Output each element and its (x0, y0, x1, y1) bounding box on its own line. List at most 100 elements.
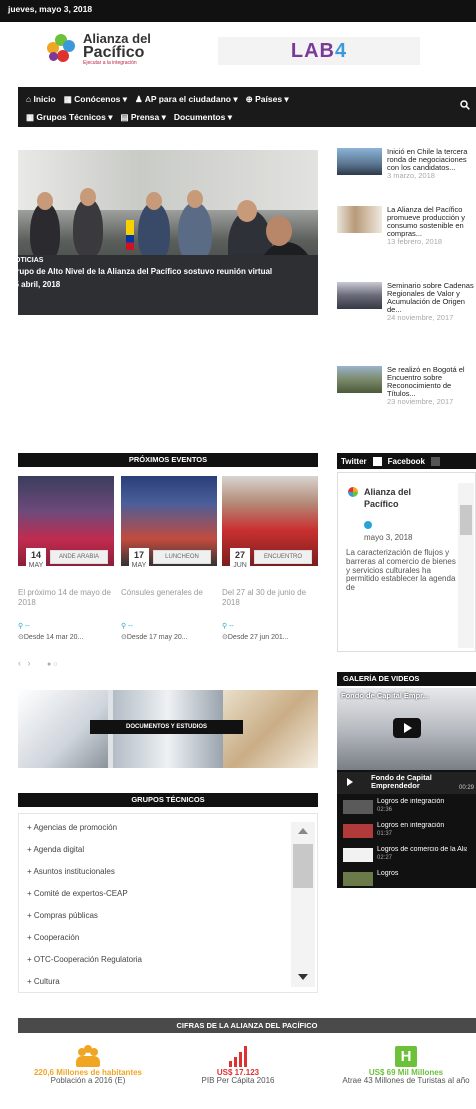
documents-banner[interactable]: DOCUMENTOS Y ESTUDIOS (18, 690, 318, 768)
video-thumb (343, 848, 373, 862)
video-item-title: Logros (377, 870, 399, 877)
video-item[interactable]: Logros (343, 870, 473, 888)
event-date: 14 MAY (26, 548, 46, 578)
alianza-avatar-icon (348, 487, 358, 497)
news-date: 24 noviembre, 2017 (387, 312, 454, 322)
carousel-next-icon[interactable]: › (28, 658, 31, 668)
tweet-scrollbar[interactable] (458, 483, 474, 648)
hero-title[interactable]: Grupo de Alto Nivel de la Alianza del Pa… (10, 267, 300, 277)
grupo-item[interactable]: + OTC-Cooperación Regulatoria (27, 955, 142, 964)
grupo-item[interactable]: + Agenda digital (27, 845, 84, 854)
location-icon: ⚲ -- (18, 623, 30, 630)
grupo-label: Agenda digital (33, 845, 85, 854)
event-when: ⊙Desde 14 mar 20... (18, 634, 84, 641)
twitter-feed[interactable]: Alianza del Pacífico mayo 3, 2018 La car… (337, 472, 476, 652)
video-item[interactable]: Logros de integración 02:36 (343, 798, 473, 816)
nav-paises[interactable]: ⊕ Países ▾ (246, 94, 289, 105)
lab4-banner[interactable]: LAB4 (218, 37, 420, 65)
event-when: ⊙Desde 27 jun 201... (222, 634, 289, 641)
carousel-prev-icon[interactable]: ‹ (18, 658, 21, 668)
event-location: -- (128, 623, 133, 630)
top-date-bar: jueves, mayo 3, 2018 (0, 0, 476, 22)
tab-facebook[interactable]: Facebook (388, 457, 425, 466)
news-date: 23 noviembre, 2017 (387, 396, 454, 406)
location-icon: ⚲ -- (222, 623, 234, 630)
video-item-title: Logros en integración (377, 822, 445, 829)
lab4-number: 4 (334, 40, 348, 62)
video-item[interactable]: Logros de comercio de la Alianza del 02:… (343, 846, 473, 864)
nav-grupos-tecnicos[interactable]: ▦ Grupos Técnicos ▾ (26, 112, 112, 123)
event-date: 17 MAY (129, 548, 149, 578)
search-icon[interactable] (460, 100, 470, 110)
event-location: -- (25, 623, 30, 630)
video-item[interactable]: Logros en integración 01:37 (343, 822, 473, 840)
event-date: 27 JUN (230, 548, 250, 578)
event-day: 17 (133, 550, 144, 560)
cifras-heading: CIFRAS DE LA ALIANZA DEL PACÍFICO (18, 1018, 476, 1033)
video-thumb (343, 800, 373, 814)
stat-turismo: H US$ 69 Mil Millones Atrae 43 Millones … (336, 1045, 476, 1085)
hotel-icon: H (393, 1045, 419, 1069)
stat-pib: US$ 17.123 PIB Per Cápita 2016 (168, 1045, 308, 1085)
tweet-scroll-thumb[interactable] (460, 505, 472, 535)
event-when: ⊙Desde 17 may 20... (121, 634, 188, 641)
scroll-up-icon[interactable] (298, 828, 308, 834)
event-desc: Cónsules generales de (121, 588, 203, 597)
main-navigation: ⌂ Inicio ▦ Conócenos ▾ ♟ AP para el ciud… (18, 87, 476, 127)
news-thumbnail (337, 366, 382, 393)
event-card[interactable]: 14 MAY ANDE ARABIA El próximo 14 de mayo … (18, 476, 114, 656)
tweet-author[interactable]: Alianza del Pacífico (364, 487, 444, 510)
location-icon: ⚲ -- (121, 623, 133, 630)
nav-documentos[interactable]: Documentos ▾ (174, 112, 232, 123)
grupo-item[interactable]: + Compras públicas (27, 911, 98, 920)
news-title[interactable]: Se realizó en Bogotá el Encuentro sobre … (387, 365, 465, 398)
grupo-label: Cultura (33, 977, 60, 986)
hero-date: 25 abril, 2018 (10, 280, 61, 289)
now-playing[interactable]: Fondo de Capital Emprendedor 00:29 (337, 772, 476, 794)
scroll-down-icon[interactable] (298, 974, 308, 980)
hero-news[interactable] (18, 150, 318, 315)
now-playing-time: 00:29 (458, 785, 474, 791)
event-month: JUN (233, 562, 247, 569)
event-desc: Del 27 al 30 de junio de 2018 (222, 588, 307, 607)
event-card[interactable]: 27 JUN ENCUENTRO Del 27 al 30 de junio de… (222, 476, 318, 656)
news-title[interactable]: La Alianza del Pacífico promueve producc… (387, 205, 465, 238)
nav-inicio[interactable]: ⌂ Inicio (26, 94, 56, 104)
event-day: 27 (234, 550, 245, 560)
grupo-label: Compras públicas (33, 911, 98, 920)
carousel-dots[interactable]: ● ○ (47, 661, 57, 668)
grupo-item[interactable]: + Asuntos institucionales (27, 867, 115, 876)
hero-caption: NOTICIAS Grupo de Alto Nivel de la Alian… (10, 257, 300, 289)
stat-label: Población a 2016 (E) (50, 1076, 126, 1085)
nav-prensa[interactable]: ▤ Prensa ▾ (120, 112, 165, 123)
news-title[interactable]: Inició en Chile la tercera ronda de nego… (387, 147, 467, 172)
event-month: MAY (28, 562, 44, 569)
event-card[interactable]: 17 MAY LUNCHEON Cónsules generales de ⚲ -… (121, 476, 217, 656)
tab-twitter[interactable]: Twitter (341, 457, 367, 466)
grupos-scrollbar[interactable] (291, 822, 315, 987)
event-chip: ANDE ARABIA (50, 550, 108, 564)
video-item-time: 02:36 (377, 807, 393, 813)
grupo-item[interactable]: + Cooperación (27, 933, 79, 942)
news-thumbnail (337, 148, 382, 175)
grupo-item[interactable]: + Agencias de promoción (27, 823, 117, 832)
event-when-text: Desde 27 jun 201... (227, 634, 289, 641)
grupo-item[interactable]: + Cultura (27, 977, 60, 986)
tweet-date: mayo 3, 2018 (364, 533, 413, 542)
event-day: 14 (30, 550, 41, 560)
current-date: jueves, mayo 3, 2018 (8, 4, 93, 14)
nav-ciudadano[interactable]: ♟ AP para el ciudadano ▾ (135, 94, 238, 105)
grupo-item[interactable]: + Comité de expertos-CEAP (27, 889, 128, 898)
logo-line2: Pacífico (83, 44, 145, 61)
play-icon[interactable] (393, 718, 421, 738)
logo-tagline: Ejecutar a la integración (83, 60, 137, 66)
stat-label: Atrae 43 Millones de Turistas al año (342, 1076, 470, 1085)
alianza-logo[interactable]: Alianza del Pacífico Ejecutar a la integ… (45, 32, 151, 66)
nav-conocenos[interactable]: ▦ Conócenos ▾ (64, 94, 127, 105)
event-chip: LUNCHEON (153, 550, 211, 564)
nav-conocenos-label: Conócenos ▾ (74, 93, 128, 104)
news-title[interactable]: Seminario sobre Cadenas Regionales de Va… (387, 281, 474, 314)
video-item-time: 01:37 (377, 831, 393, 837)
social-tabs: Twitter Facebook (337, 453, 476, 469)
grupos-scroll-thumb[interactable] (293, 844, 313, 888)
